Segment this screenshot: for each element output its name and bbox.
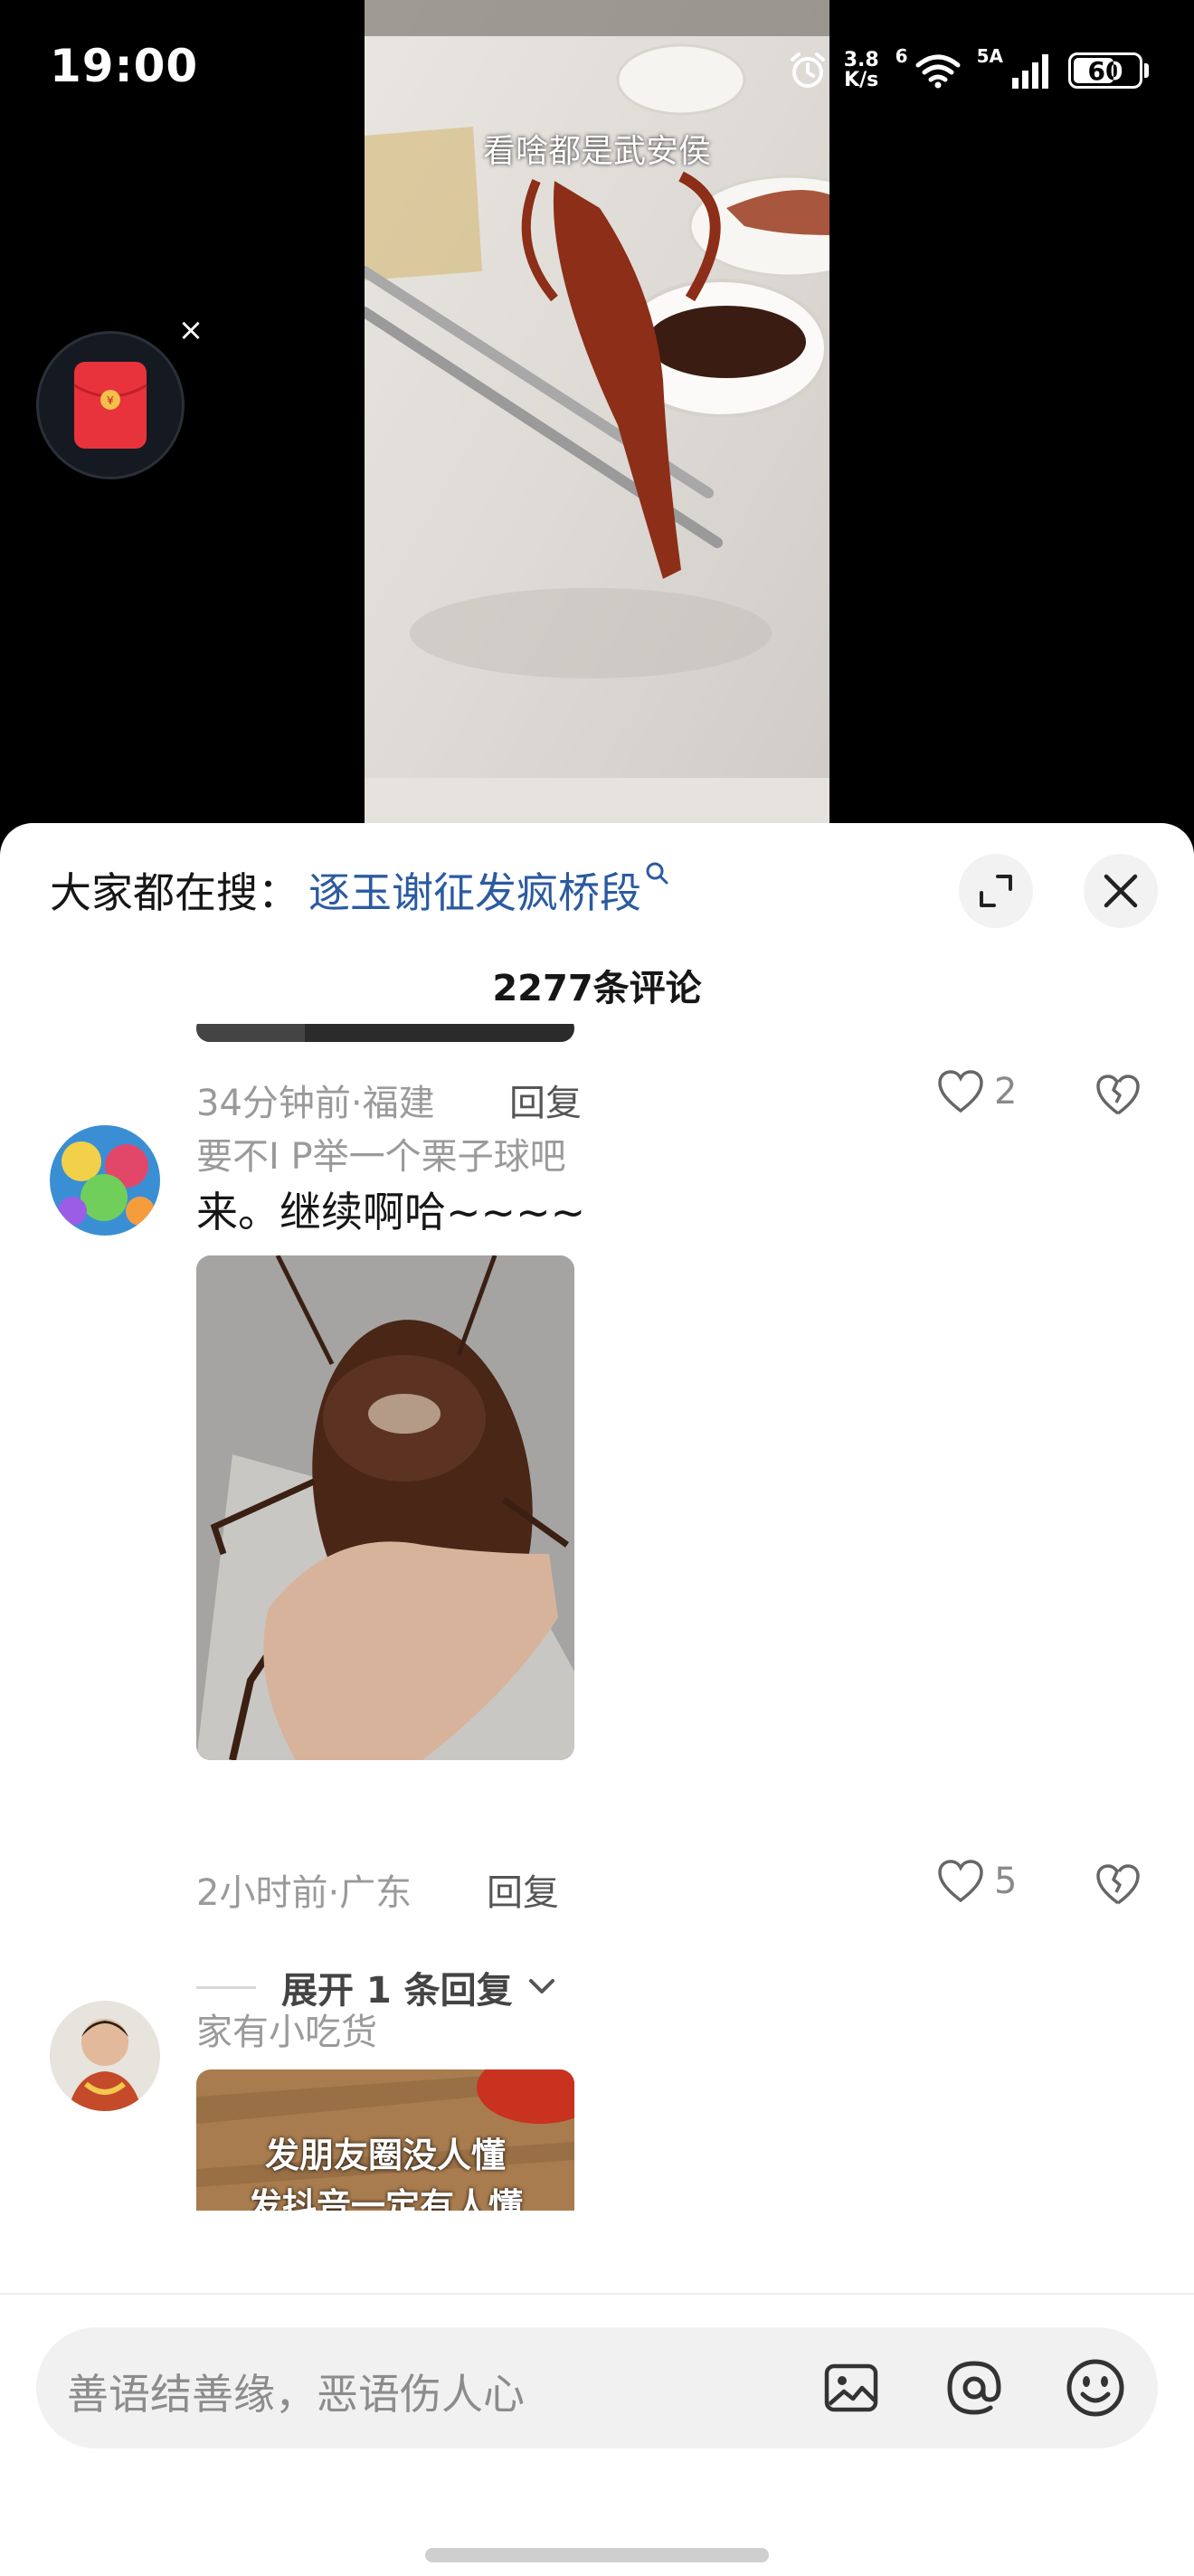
search-term-link[interactable]: 逐玉谢征发疯桥段 xyxy=(308,860,641,920)
comment-time-location: 2小时前·广东 xyxy=(196,1872,412,1914)
image-picker-button[interactable] xyxy=(814,2351,888,2425)
chevron-down-icon xyxy=(528,1979,554,1994)
image-icon xyxy=(824,2363,878,2412)
broken-heart-icon xyxy=(1096,1864,1140,1905)
network-speed: 3.8 K/s xyxy=(844,51,879,90)
reply-button[interactable]: 回复 xyxy=(509,1074,582,1126)
comment-image[interactable] xyxy=(196,1024,574,1042)
comment-input-placeholder: 善语结善缘，恶语伤人心 xyxy=(67,2370,525,2419)
wifi-icon xyxy=(915,54,961,89)
emoji-icon xyxy=(1066,2359,1124,2417)
comment-image[interactable]: 发朋友圈没人懂 发抖音一定有人懂 xyxy=(196,2069,574,2211)
image-overlay-text: 发朋友圈没人懂 xyxy=(264,2136,506,2175)
dislike-button[interactable] xyxy=(1094,1074,1142,1121)
comments-sheet: 大家都在搜： 逐玉谢征发疯桥段 2277条评论 34分钟前·福建 回复 2 要不… xyxy=(0,823,1194,2576)
battery-level: 60 xyxy=(1087,55,1123,86)
avatar[interactable] xyxy=(50,2001,160,2111)
comment-input[interactable]: 善语结善缘，恶语伤人心 xyxy=(36,2327,1158,2448)
status-bar: 19:00 3.8 K/s 6 5A 60 xyxy=(0,0,1194,136)
status-icons: 3.8 K/s 6 5A 60 xyxy=(788,45,1149,96)
battery-icon: 60 xyxy=(1068,52,1142,89)
heart-icon xyxy=(938,1070,983,1113)
signal-label: 5A xyxy=(976,45,1003,67)
search-prefix: 大家都在搜： xyxy=(50,868,299,917)
search-icon xyxy=(646,862,668,885)
broken-heart-icon xyxy=(1096,1075,1140,1115)
like-button[interactable]: 5 xyxy=(936,1859,1017,1904)
comment-username[interactable]: 要不I P举一个栗子球吧 xyxy=(196,1127,566,1179)
trending-search[interactable]: 大家都在搜： 逐玉谢征发疯桥段 xyxy=(50,854,668,926)
at-icon xyxy=(947,2361,1001,2415)
heart-icon xyxy=(938,1860,983,1903)
svg-text:¥: ¥ xyxy=(107,394,114,407)
comment-input-bar: 善语结善缘，恶语伤人心 xyxy=(0,2293,1194,2576)
comment-time-location: 34分钟前·福建 xyxy=(196,1083,435,1124)
signal-icon xyxy=(1012,54,1048,89)
comments-list[interactable]: 34分钟前·福建 回复 2 要不I P举一个栗子球吧 来。继续啊哈~~~~ 2小… xyxy=(0,1024,1194,2211)
expand-icon xyxy=(980,875,1012,907)
comments-count: 2277条评论 xyxy=(492,968,702,1009)
avatar[interactable] xyxy=(50,1125,160,1236)
emoji-button[interactable] xyxy=(1058,2351,1132,2425)
dislike-button[interactable] xyxy=(1094,1863,1142,1910)
expand-button[interactable] xyxy=(959,854,1033,928)
close-icon xyxy=(1104,874,1138,908)
comment-text: 来。继续啊哈~~~~ xyxy=(196,1188,586,1236)
comment-image[interactable] xyxy=(196,1255,574,1760)
reply-button[interactable]: 回复 xyxy=(487,1863,559,1916)
alarm-icon xyxy=(790,52,825,88)
network-speed-unit: K/s xyxy=(844,69,879,91)
home-indicator[interactable] xyxy=(425,2548,769,2562)
comment-username[interactable]: 家有小吃货 xyxy=(196,2003,377,2055)
wifi-label: 6 xyxy=(895,45,908,67)
like-count: 5 xyxy=(994,1861,1018,1902)
like-count: 2 xyxy=(994,1071,1018,1113)
close-button[interactable] xyxy=(1084,854,1158,928)
red-packet-close-icon[interactable]: × xyxy=(177,315,204,346)
network-speed-value: 3.8 xyxy=(843,49,879,71)
red-packet-icon: ¥ xyxy=(73,362,147,449)
red-packet-button[interactable]: ¥ xyxy=(36,331,185,479)
image-overlay-text: 发抖音一定有人懂 xyxy=(247,2186,523,2211)
like-button[interactable]: 2 xyxy=(936,1069,1017,1114)
status-time: 19:00 xyxy=(50,40,199,92)
mention-button[interactable] xyxy=(937,2351,1011,2425)
